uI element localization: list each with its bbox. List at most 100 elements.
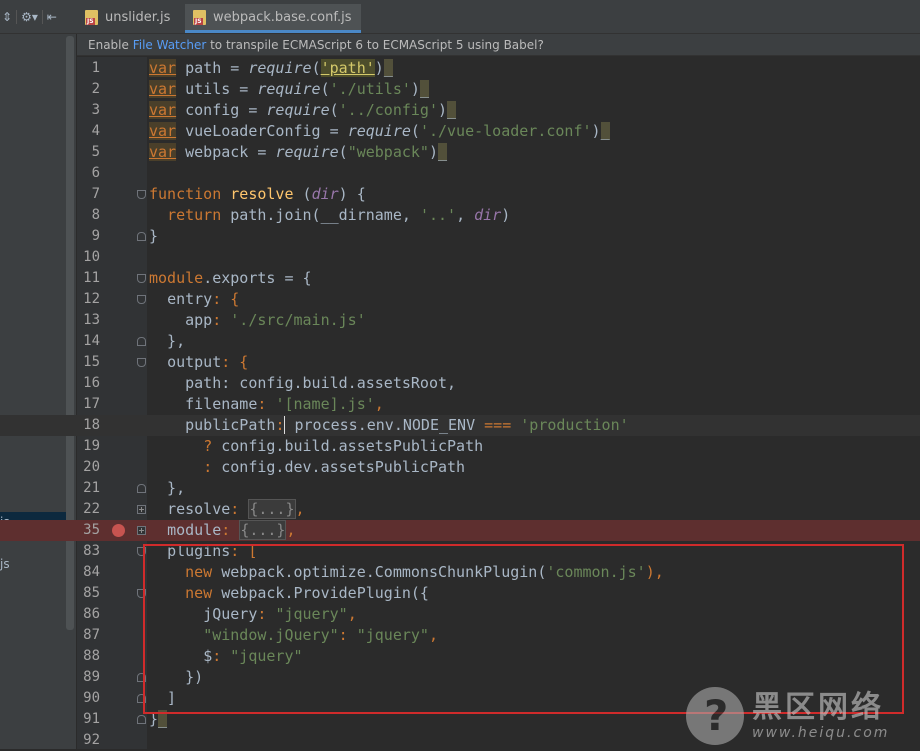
code-line[interactable]: 4 var vueLoaderConfig = require('./vue-l… [0,121,920,142]
code-line[interactable]: 6 [0,163,920,184]
line-number: 89 [83,669,100,685]
tab-label: webpack.base.conf.js [213,10,352,25]
js-file-icon [193,10,206,25]
line-number: 91 [83,711,100,727]
line-number: 16 [83,375,100,391]
code-text: }_ [149,710,168,728]
line-number: 8 [91,207,100,223]
tab-label: unslider.js [105,10,171,25]
fold-expand-icon[interactable] [137,505,146,514]
code-text: publicPath: process.env.NODE_ENV === 'pr… [185,416,629,434]
tab-webpack-base-conf[interactable]: webpack.base.conf.js × [185,4,361,53]
line-number: 11 [83,270,100,286]
hide-icon[interactable]: ⇤ [47,10,57,24]
line-number: 9 [91,228,100,244]
code-line[interactable]: 19 ? config.build.assetsPublicPath [0,436,920,457]
code-line[interactable]: 9 } [0,226,920,247]
file-watcher-link[interactable]: File Watcher [133,38,207,52]
code-text: new webpack.ProvidePlugin({ [185,584,429,602]
fold-expand-icon[interactable] [137,526,146,535]
code-line[interactable]: 85 new webpack.ProvidePlugin({ [0,583,920,604]
fold-toggle-icon[interactable] [137,589,146,598]
code-text: ] [149,689,177,707]
fold-toggle-icon[interactable] [137,190,146,199]
code-text: path: config.build.assetsRoot, [185,374,457,392]
project-toolbar: ⇕ ⚙▾ ⇤ [0,0,78,34]
code-line[interactable]: 3 var config = require('../config')_ [0,100,920,121]
code-line[interactable]: 5 var webpack = require("webpack")_ [0,142,920,163]
fold-toggle-icon[interactable] [137,232,146,241]
code-line[interactable]: 21 }, [0,478,920,499]
code-line[interactable]: 10 [0,247,920,268]
code-line[interactable]: 83 plugins: [ [0,541,920,562]
code-line[interactable]: 86 jQuery: "jquery", [0,604,920,625]
code-text: var config = require('../config')_ [149,101,457,119]
code-text: filename: '[name].js', [185,395,384,413]
file-watcher-banner: Enable File Watcher to transpile ECMAScr… [77,34,920,56]
gear-icon[interactable]: ⚙▾ [21,10,38,24]
line-number: 3 [91,102,100,118]
fold-toggle-icon[interactable] [137,715,146,724]
line-number: 6 [91,165,100,181]
line-number: 22 [83,501,100,517]
line-number: 18 [83,417,100,433]
line-number: 15 [83,354,100,370]
fold-toggle-icon[interactable] [137,547,146,556]
code-line[interactable]: 20 : config.dev.assetsPublicPath [0,457,920,478]
code-line[interactable]: 1 var path = require('path')_ [0,58,920,79]
watermark: 黑区网络 www.heiqu.com [686,683,916,749]
line-number: 87 [83,627,100,643]
line-number: 21 [83,480,100,496]
line-number: 19 [83,438,100,454]
code-line[interactable]: 7 function resolve (dir) { [0,184,920,205]
code-line[interactable]: 88 $: "jquery" [0,646,920,667]
code-line[interactable]: 87 "window.jQuery": "jquery", [0,625,920,646]
fold-toggle-icon[interactable] [137,337,146,346]
code-line-current[interactable]: 18 publicPath: process.env.NODE_ENV === … [0,415,920,436]
fold-toggle-icon[interactable] [137,694,146,703]
code-line[interactable]: 22 resolve: {...}, [0,499,920,520]
code-line[interactable]: 15 output: { [0,352,920,373]
code-line[interactable]: 84 new webpack.optimize.CommonsChunkPlug… [0,562,920,583]
watermark-name: 黑区网络 [752,690,884,725]
line-number: 12 [83,291,100,307]
code-text: plugins: [ [167,542,258,560]
line-number: 86 [83,606,100,622]
tab-unslider[interactable]: unslider.js × [77,4,185,53]
code-text: : config.dev.assetsPublicPath [203,458,466,476]
code-line[interactable]: 11 module.exports = { [0,268,920,289]
code-text: "window.jQuery": "jquery", [203,626,438,644]
code-line[interactable]: 16 path: config.build.assetsRoot, [0,373,920,394]
banner-text: Enable [88,38,133,52]
code-text: var path = require('path')_ [149,59,393,77]
watermark-url: www.heiqu.com [752,725,890,741]
fold-toggle-icon[interactable] [137,295,146,304]
code-text: new webpack.optimize.CommonsChunkPlugin(… [185,563,664,581]
code-text: module: {...}, [167,520,296,540]
toolbar-divider [41,9,43,24]
code-line[interactable]: 8 return path.join(__dirname, '..', dir) [0,205,920,226]
code-text: return path.join(__dirname, '..', dir) [167,206,511,224]
fold-toggle-icon[interactable] [137,484,146,493]
code-line[interactable]: 2 var utils = require('./utils')_ [0,79,920,100]
code-line-breakpoint[interactable]: 35 module: {...}, [0,520,920,541]
watermark-text: 黑区网络 www.heiqu.com [752,690,890,742]
code-text: }, [149,332,186,350]
collapse-icon[interactable]: ⇕ [2,10,12,24]
line-number: 92 [83,732,100,748]
code-text: jQuery: "jquery", [203,605,357,623]
code-line[interactable]: 13 app: './src/main.js' [0,310,920,331]
line-number: 17 [83,396,100,412]
line-number: 14 [83,333,100,349]
fold-toggle-icon[interactable] [137,673,146,682]
line-number: 5 [91,144,100,160]
fold-toggle-icon[interactable] [137,358,146,367]
code-line[interactable]: 17 filename: '[name].js', [0,394,920,415]
code-line[interactable]: 12 entry: { [0,289,920,310]
fold-toggle-icon[interactable] [137,274,146,283]
line-number: 2 [91,81,100,97]
line-number: 7 [91,186,100,202]
code-line[interactable]: 14 }, [0,331,920,352]
breakpoint-icon[interactable] [112,524,125,537]
js-file-icon [85,10,98,25]
